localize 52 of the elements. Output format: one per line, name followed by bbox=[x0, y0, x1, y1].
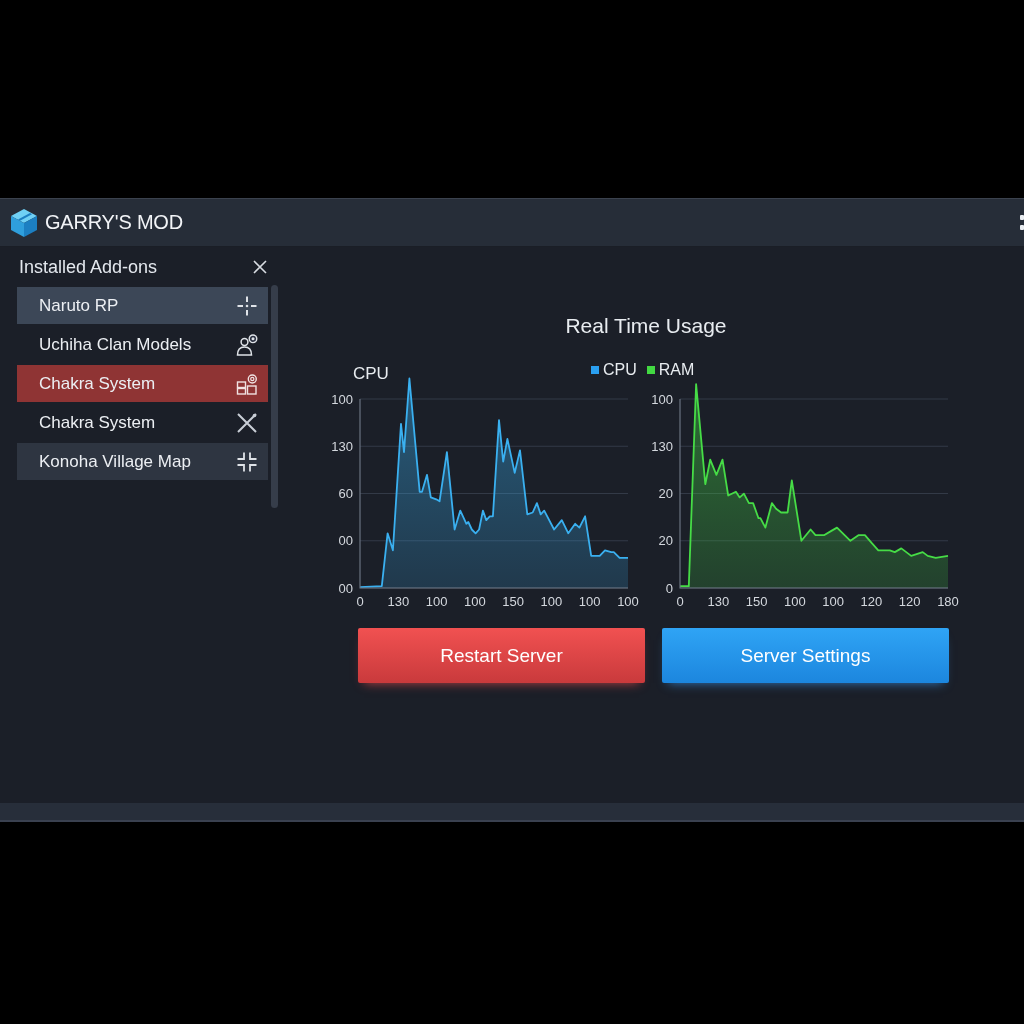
x-tick-label: 180 bbox=[937, 594, 959, 609]
cube-logo-icon bbox=[10, 207, 38, 238]
y-tick-label: 0 bbox=[665, 580, 673, 596]
x-tick-label: 100 bbox=[617, 594, 639, 609]
action-button[interactable]: Restart Server bbox=[358, 628, 645, 683]
y-tick-label: 100 bbox=[331, 391, 353, 407]
x-tick-label: 0 bbox=[676, 594, 684, 609]
addon-label: Chakra System bbox=[39, 412, 156, 433]
x-tick-label: 100 bbox=[425, 594, 448, 609]
y-tick-label: 00 bbox=[338, 533, 353, 549]
window-title: GARRY'S MOD bbox=[45, 211, 183, 234]
x-tick-label: 100 bbox=[822, 594, 844, 609]
crossed-tools-icon bbox=[236, 411, 258, 434]
person-badge-icon bbox=[236, 333, 258, 356]
x-tick-label: 100 bbox=[578, 594, 601, 609]
addon-item[interactable]: Konoha Village Map bbox=[17, 443, 268, 480]
x-tick-label: 130 bbox=[707, 594, 730, 609]
crosshair-icon bbox=[236, 294, 258, 317]
close-icon[interactable] bbox=[252, 259, 268, 275]
legend-label: RAM bbox=[658, 361, 695, 379]
x-tick-label: 150 bbox=[745, 594, 768, 609]
x-tick-label: 100 bbox=[540, 594, 563, 609]
addon-label: Konoha Village Map bbox=[39, 451, 191, 472]
usage-title: Real Time Usage bbox=[564, 313, 728, 338]
addon-item[interactable]: Chakra System bbox=[17, 365, 268, 402]
y-tick-label: 00 bbox=[338, 580, 353, 596]
y-tick-label: 20 bbox=[658, 533, 673, 549]
blocks-badge-icon bbox=[236, 372, 258, 395]
addon-label: Uchiha Clan Models bbox=[39, 334, 192, 355]
y-tick-label: 100 bbox=[651, 391, 673, 407]
x-tick-label: 120 bbox=[898, 594, 921, 609]
x-tick-label: 0 bbox=[356, 594, 364, 609]
x-tick-label: 150 bbox=[502, 594, 524, 609]
sidebar-title: Installed Add-ons bbox=[19, 256, 158, 278]
legend-label: CPU bbox=[603, 361, 637, 379]
scrollbar[interactable] bbox=[271, 285, 278, 508]
addon-item[interactable]: Uchiha Clan Models bbox=[17, 326, 268, 363]
x-tick-label: 100 bbox=[464, 594, 486, 609]
shrink-icon bbox=[236, 450, 258, 473]
y-tick-label: 60 bbox=[338, 486, 353, 501]
dots-icon[interactable] bbox=[1020, 212, 1024, 233]
x-tick-label: 100 bbox=[784, 594, 806, 609]
chart-title: CPU bbox=[353, 364, 389, 383]
addon-label: Chakra System bbox=[39, 373, 156, 394]
addon-item[interactable]: Naruto RP bbox=[17, 287, 268, 324]
x-tick-label: 120 bbox=[860, 594, 883, 609]
addon-label: Naruto RP bbox=[39, 295, 119, 316]
addon-item[interactable]: Chakra System bbox=[17, 404, 268, 441]
y-tick-label: 130 bbox=[651, 438, 673, 454]
y-tick-label: 20 bbox=[658, 486, 673, 501]
x-tick-label: 130 bbox=[387, 594, 410, 609]
y-tick-label: 130 bbox=[331, 438, 353, 454]
